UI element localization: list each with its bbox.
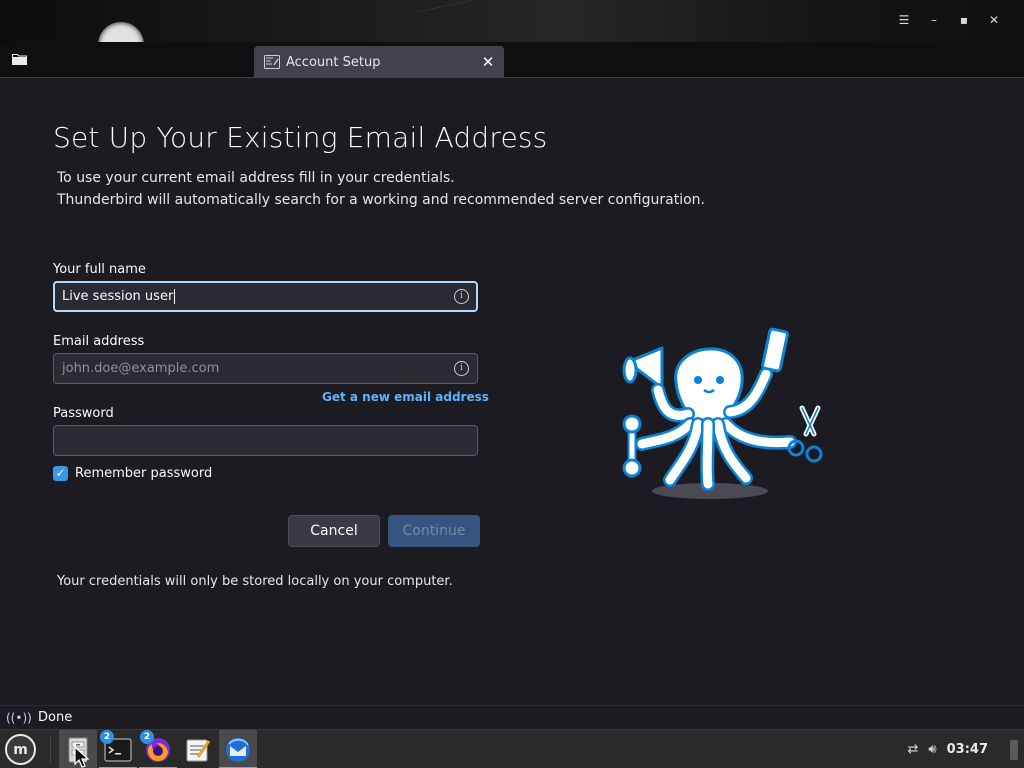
taskbar-app-text-editor[interactable] xyxy=(179,730,217,768)
description-line: Thunderbird will automatically search fo… xyxy=(57,192,705,208)
remember-password-row[interactable]: ✓ Remember password xyxy=(53,466,212,481)
status-text: Done xyxy=(38,710,73,725)
mint-menu-button[interactable]: m xyxy=(5,734,36,765)
window-count-badge: 2 xyxy=(140,730,154,744)
mouse-pointer-icon xyxy=(74,746,90,768)
taskbar-app-thunderbird[interactable] xyxy=(219,730,257,768)
taskbar-separator xyxy=(50,736,51,763)
text-editor-icon xyxy=(186,739,211,761)
window-count-badge: 2 xyxy=(100,730,114,744)
folder-icon[interactable] xyxy=(12,53,27,65)
get-new-email-link[interactable]: Get a new email address xyxy=(322,390,489,404)
taskbar-app-firefox[interactable]: 2 xyxy=(139,730,177,768)
thunderbird-icon xyxy=(226,737,250,762)
tab-account-setup[interactable]: Account Setup ✕ xyxy=(254,46,504,78)
show-desktop-button[interactable] xyxy=(1010,740,1018,760)
window-titlebar: ☰ – ▪ ✕ xyxy=(0,0,1024,42)
credentials-note: Your credentials will only be stored loc… xyxy=(57,574,453,589)
full-name-field[interactable]: Live session user i xyxy=(53,281,478,312)
clock[interactable]: 03:47 xyxy=(947,742,988,757)
octopus-mascot-illustration xyxy=(622,327,823,499)
close-window-button[interactable]: ✕ xyxy=(986,12,1002,28)
status-bar: ((•)) Done xyxy=(0,705,1024,729)
wallpaper-decoration xyxy=(98,22,144,42)
signal-icon[interactable]: ((•)) xyxy=(6,711,32,725)
continue-button[interactable]: Continue xyxy=(388,515,480,547)
maximize-button[interactable]: ▪ xyxy=(956,12,972,28)
info-icon[interactable]: i xyxy=(454,289,469,304)
account-setup-icon xyxy=(264,55,280,69)
taskbar-app-terminal[interactable]: 2 xyxy=(99,730,137,768)
cancel-button[interactable]: Cancel xyxy=(288,515,380,547)
page-title: Set Up Your Existing Email Address xyxy=(53,121,548,154)
info-icon[interactable]: i xyxy=(454,361,469,376)
full-name-label: Your full name xyxy=(53,262,146,277)
close-icon[interactable]: ✕ xyxy=(480,53,496,71)
tab-strip: Account Setup ✕ xyxy=(0,42,1024,78)
window-controls: ☰ – ▪ ✕ xyxy=(896,12,1002,28)
full-name-value: Live session user xyxy=(62,289,176,304)
text-caret xyxy=(174,289,176,304)
password-field[interactable] xyxy=(53,425,478,456)
description-line: To use your current email address fill i… xyxy=(57,170,455,186)
minimize-button[interactable]: – xyxy=(926,12,942,28)
network-disconnected-icon[interactable]: ⇄ xyxy=(908,742,919,757)
email-label: Email address xyxy=(53,334,145,349)
email-placeholder: john.doe@example.com xyxy=(62,361,220,376)
wallpaper-decoration-line xyxy=(413,0,727,42)
remember-password-checkbox[interactable]: ✓ xyxy=(53,466,68,481)
system-tray: ⇄ 🔊︎ 03:47 xyxy=(908,730,1024,768)
page-description: To use your current email address fill i… xyxy=(57,167,705,211)
volume-icon[interactable]: 🔊︎ xyxy=(928,742,936,757)
password-label: Password xyxy=(53,406,114,421)
tab-label: Account Setup xyxy=(286,54,381,70)
email-field[interactable]: john.doe@example.com i xyxy=(53,353,478,384)
app-menu-button[interactable]: ☰ xyxy=(896,12,912,28)
account-setup-page: Set Up Your Existing Email Address To us… xyxy=(0,79,1024,705)
remember-password-label: Remember password xyxy=(75,466,213,481)
taskbar: m 2 2 ⇄ 🔊︎ 03:47 xyxy=(0,729,1024,768)
